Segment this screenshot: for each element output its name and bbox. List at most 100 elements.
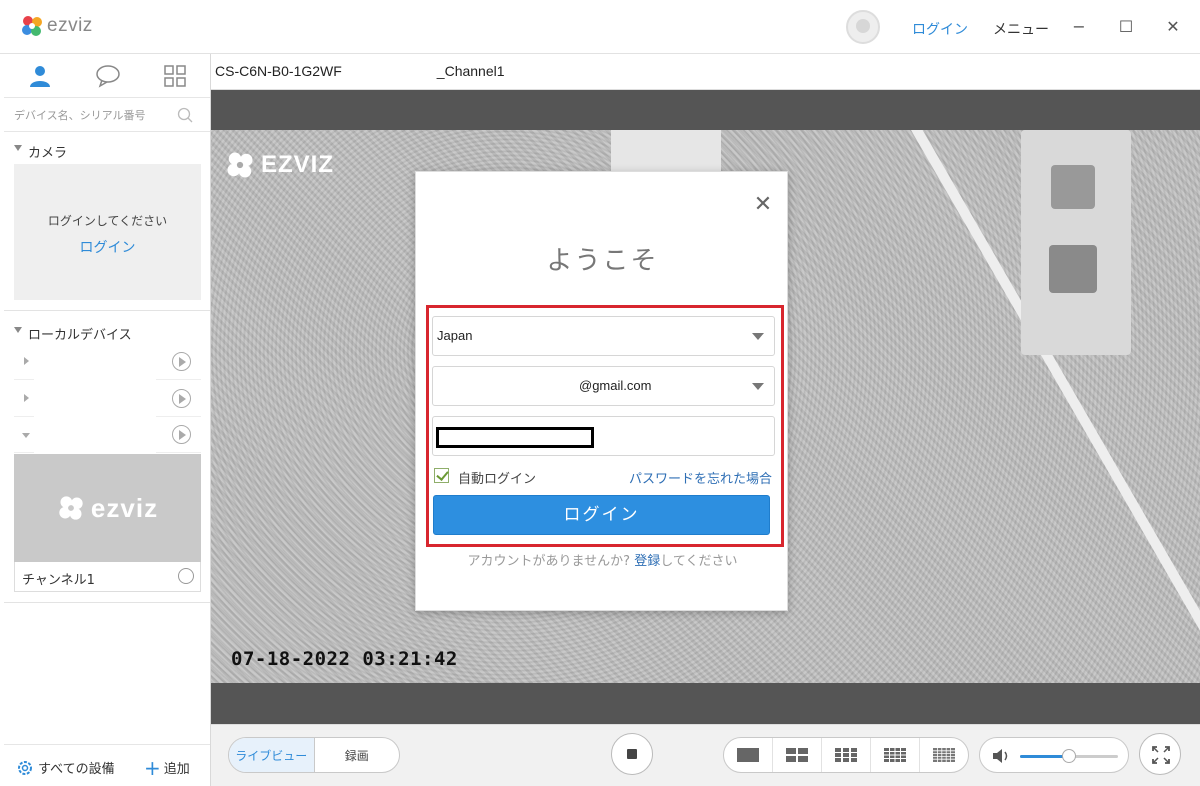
chevron-down-icon[interactable] <box>752 383 764 390</box>
volume-slider[interactable] <box>1020 749 1118 763</box>
play-icon[interactable] <box>172 352 191 371</box>
stop-button[interactable] <box>611 733 653 775</box>
redacted-password <box>436 427 594 448</box>
divider <box>4 310 210 311</box>
view-mode-toggle: ライブビュー 録画 <box>228 737 400 773</box>
local-device-item[interactable] <box>14 381 201 417</box>
app-logo: ezviz <box>20 14 93 38</box>
login-dialog: ✕ ようこそ Japan @gmail.com 自動ログイン パスワードを忘れた… <box>415 171 788 611</box>
chat-icon[interactable] <box>94 62 122 90</box>
redacted-email <box>437 371 562 401</box>
video-timestamp: 07-18-2022 03:21:42 <box>231 648 458 670</box>
layout-4x4-button[interactable] <box>871 738 920 772</box>
local-device-item[interactable] <box>14 417 201 453</box>
auto-login-label[interactable]: 自動ログイン <box>458 468 536 487</box>
live-view-tab[interactable]: ライブビュー <box>229 738 315 772</box>
channel-tab[interactable]: CS-C6N-B0-1G2WF _Channel1 <box>211 54 1200 90</box>
divider <box>4 602 210 603</box>
sidebar-footer: すべての設備 + 追加 <box>4 744 210 786</box>
layout-5x5-button[interactable] <box>920 738 968 772</box>
fullscreen-button[interactable] <box>1139 733 1181 775</box>
channel-caption[interactable]: チャンネル1 <box>14 562 201 592</box>
recording-tab[interactable]: 録画 <box>315 738 400 772</box>
video-scene-socket <box>1049 245 1097 293</box>
sidebar-login-link[interactable]: ログイン <box>14 237 201 257</box>
title-bar: ezviz ログイン メニュー − ☐ ✕ <box>0 0 1200 54</box>
maximize-button[interactable]: ☐ <box>1114 14 1138 38</box>
camera-login-panel: ログインしてください ログイン <box>14 164 201 300</box>
minimize-button[interactable]: − <box>1067 14 1091 38</box>
user-icon[interactable] <box>26 62 54 90</box>
register-prompt: アカウントがありませんか? 登録してください <box>416 550 789 569</box>
video-scene-socket <box>1051 165 1095 209</box>
channel-title: CS-C6N-B0-1G2WF _Channel1 <box>215 63 505 82</box>
sidebar-tabs <box>4 54 210 98</box>
layout-2x2-icon <box>786 748 808 762</box>
search-input[interactable] <box>14 104 174 126</box>
register-link[interactable]: 登録 <box>634 554 660 569</box>
grid-icon[interactable] <box>161 62 189 90</box>
layout-1x1-button[interactable] <box>724 738 773 772</box>
thumbnail-logo-text: ezviz <box>90 492 159 523</box>
camera-section-header[interactable]: カメラ <box>4 134 210 164</box>
email-domain: @gmail.com <box>579 378 652 393</box>
layout-2x2-button[interactable] <box>773 738 822 772</box>
chevron-down-icon[interactable] <box>752 333 764 340</box>
redacted-name <box>34 381 156 417</box>
video-scene-outlet <box>1021 130 1131 355</box>
local-section-header[interactable]: ローカルデバイス <box>4 316 210 346</box>
search-icon[interactable] <box>177 107 193 123</box>
dialog-title: ようこそ <box>546 246 659 276</box>
login-prompt-text: ログインしてください <box>47 214 168 228</box>
local-section-label: ローカルデバイス <box>28 328 132 343</box>
chevron-down-icon <box>22 433 30 438</box>
app-name: ezviz <box>47 15 93 36</box>
channel-name: チャンネル1 <box>22 573 95 588</box>
layout-1x1-icon <box>737 748 759 762</box>
fullscreen-icon <box>1152 746 1170 764</box>
all-devices-label: すべての設備 <box>38 762 115 777</box>
overlay-logo-text: EZVIZ <box>261 151 335 178</box>
region-value: Japan <box>437 328 473 343</box>
channel-thumbnail[interactable]: ezviz <box>14 454 201 562</box>
control-bar: ライブビュー 録画 <box>211 724 1200 786</box>
history-icon[interactable] <box>178 568 194 584</box>
all-devices-button[interactable]: すべての設備 <box>16 758 115 777</box>
auto-login-checkbox[interactable] <box>434 468 449 483</box>
speaker-icon[interactable] <box>992 748 1010 764</box>
plus-icon: + <box>144 755 161 780</box>
device-serial: CS-C6N-B0-1G2WF <box>215 63 342 79</box>
avatar[interactable] <box>846 10 880 44</box>
ezviz-logo-icon <box>227 152 253 178</box>
video-overlay-logo: EZVIZ <box>225 150 334 180</box>
auto-login-row: 自動ログイン パスワードを忘れた場合 <box>434 466 774 487</box>
close-icon[interactable]: ✕ <box>752 194 774 216</box>
layout-selector <box>723 737 969 773</box>
region-select[interactable]: Japan <box>432 316 775 356</box>
forgot-password-link[interactable]: パスワードを忘れた場合 <box>629 468 772 487</box>
password-field[interactable] <box>432 416 775 456</box>
local-device-item[interactable] <box>14 344 201 380</box>
sidebar: カメラ ログインしてください ログイン ローカルデバイス <box>4 54 211 786</box>
play-icon[interactable] <box>172 425 191 444</box>
close-window-button[interactable]: ✕ <box>1161 14 1185 38</box>
account-field[interactable]: @gmail.com <box>432 366 775 406</box>
chevron-right-icon <box>24 357 29 365</box>
channel-suffix: _Channel1 <box>436 63 505 79</box>
no-account-text: アカウントがありませんか? <box>467 554 631 569</box>
gear-icon <box>18 760 32 775</box>
menu-button[interactable]: メニュー <box>993 19 1049 39</box>
register-suffix: してください <box>660 554 738 569</box>
caret-down-icon <box>14 327 22 333</box>
play-icon[interactable] <box>172 389 191 408</box>
layout-4x4-icon <box>884 748 906 762</box>
camera-section-label: カメラ <box>28 146 68 161</box>
redacted-name <box>34 344 156 380</box>
redacted-name <box>34 417 156 453</box>
login-button[interactable]: ログイン <box>433 495 770 535</box>
thumbnail-logo: ezviz <box>57 493 158 524</box>
volume-slider-knob[interactable] <box>1062 749 1076 763</box>
header-login-link[interactable]: ログイン <box>912 19 968 39</box>
add-device-button[interactable]: + 追加 <box>144 755 190 780</box>
layout-3x3-button[interactable] <box>822 738 871 772</box>
